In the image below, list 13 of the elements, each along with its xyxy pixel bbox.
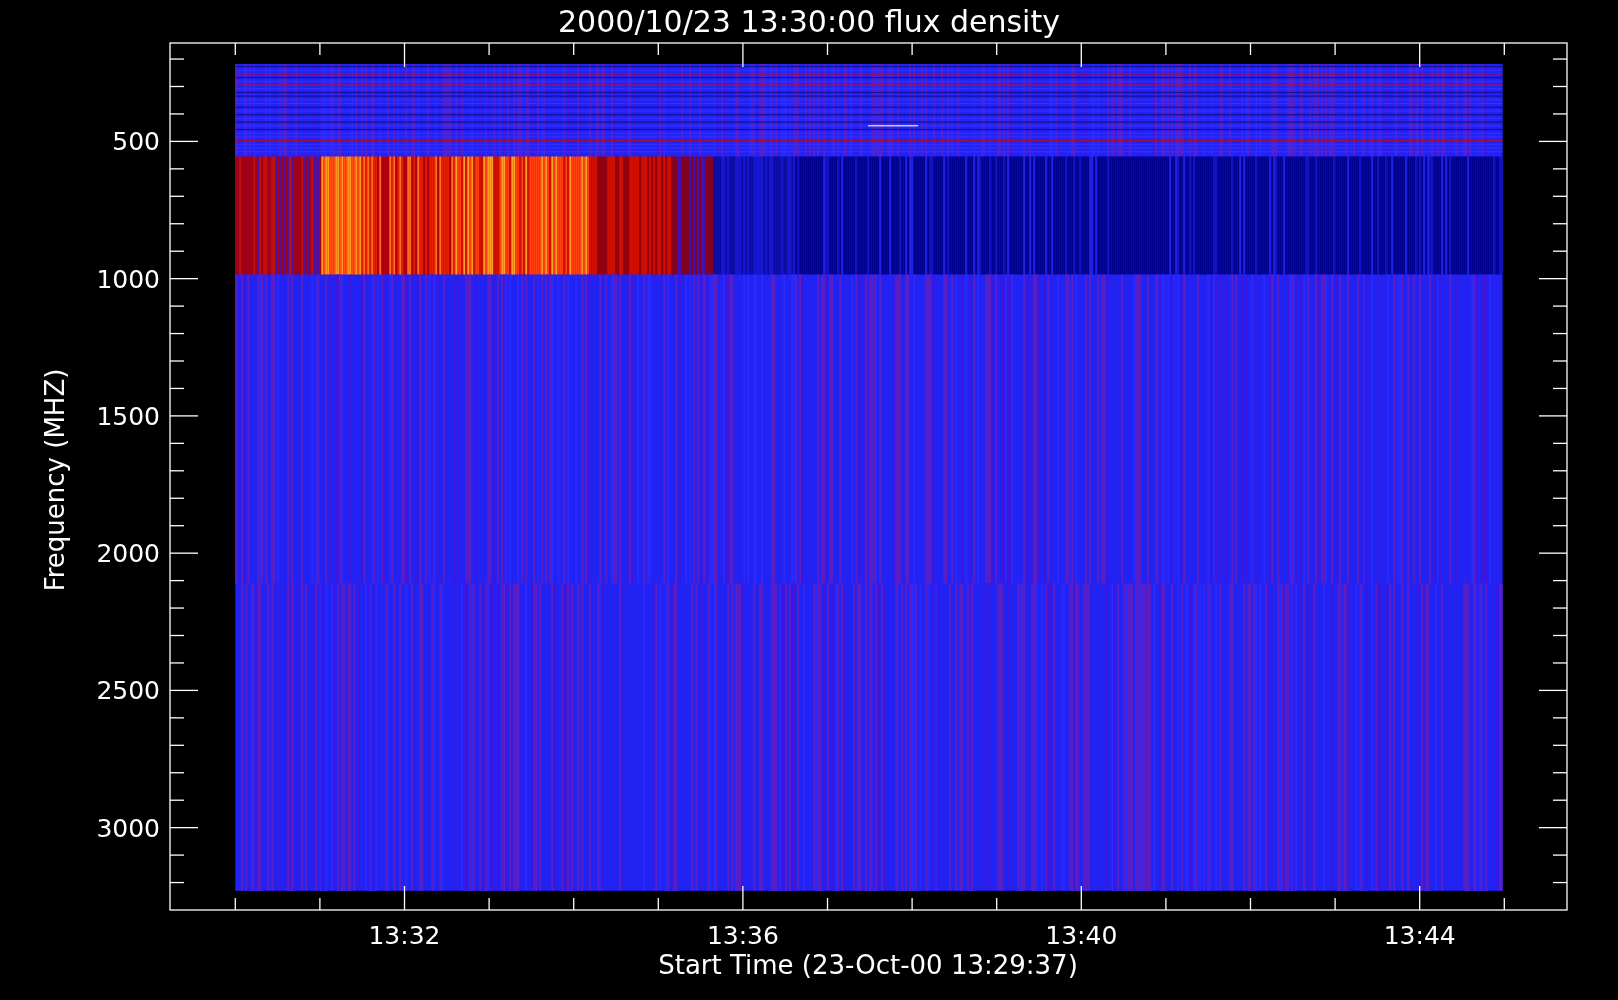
axis-label: Frequency (MHZ) — [40, 368, 70, 592]
tick-label: 13:36 — [706, 921, 779, 950]
tick-label: 1000 — [96, 264, 160, 294]
axis-label: Start Time (23-Oct-00 13:29:37) — [658, 950, 1078, 980]
tick-label: 2500 — [96, 676, 160, 706]
tick-label: 3000 — [96, 813, 160, 843]
tick-label: 13:44 — [1383, 921, 1456, 950]
tick-label: 1500 — [96, 401, 160, 431]
tick-label: 2000 — [96, 539, 160, 569]
plot-title: 2000/10/23 13:30:00 flux density — [558, 4, 1060, 39]
tick-label: 500 — [112, 127, 160, 157]
tick-label: 13:40 — [1045, 921, 1118, 950]
tick-label: 13:32 — [368, 921, 441, 950]
